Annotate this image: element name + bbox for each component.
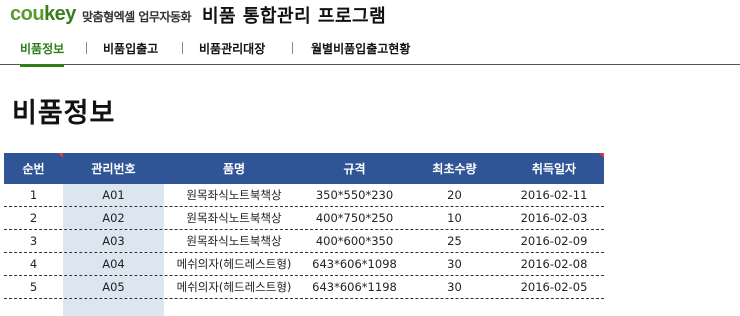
cell-spec[interactable]: 643*606*1198 [304, 276, 405, 298]
cell-initial-qty[interactable]: 25 [405, 230, 504, 252]
cell-item-name[interactable]: 원목좌식노트북책상 [164, 207, 304, 229]
cell-initial-qty[interactable]: 10 [405, 207, 504, 229]
cell-item-name[interactable]: 원목좌식노트북책상 [164, 184, 304, 206]
cell-mgmt-no[interactable] [63, 299, 164, 316]
cell-item-name[interactable]: 메쉬의자(헤드레스트형) [164, 253, 304, 275]
cell-spec[interactable]: 400*750*250 [304, 207, 405, 229]
cell-seq[interactable]: 5 [4, 276, 63, 298]
column-header-seq[interactable]: 순번 [4, 153, 63, 184]
nav-bar: 비품정보 비품입출고 비품관리대장 월별비품입출고현황 [0, 32, 740, 67]
cell-acquired-date[interactable]: 2016-02-11 [504, 184, 604, 206]
cell-mgmt-no[interactable]: A02 [63, 207, 164, 229]
nav-tab-ledger[interactable]: 비품관리대장 [199, 40, 265, 57]
cell-acquired-date[interactable]: 2016-02-09 [504, 230, 604, 252]
cell-mgmt-no[interactable]: A04 [63, 253, 164, 275]
cell-mgmt-no[interactable]: A01 [63, 184, 164, 206]
cell-acquired-date[interactable]: 2016-02-08 [504, 253, 604, 275]
column-header-spec[interactable]: 규격 [304, 153, 405, 184]
column-header-item-name[interactable]: 품명 [164, 153, 304, 184]
cell-seq[interactable] [4, 299, 63, 316]
logo-text-cou: cou [10, 3, 45, 25]
cell-initial-qty[interactable]: 30 [405, 253, 504, 275]
cell-seq[interactable]: 1 [4, 184, 63, 206]
page-title: 비품정보 [12, 98, 116, 129]
cell-spec[interactable]: 400*600*350 [304, 230, 405, 252]
cell-initial-qty[interactable]: 20 [405, 184, 504, 206]
coukey-logo[interactable]: coukey [10, 3, 76, 26]
comment-indicator-icon [58, 153, 63, 158]
cell-seq[interactable]: 2 [4, 207, 63, 229]
nav-tab-monthly-status[interactable]: 월별비품입출고현황 [311, 40, 410, 57]
cell-item-name[interactable] [164, 299, 304, 316]
cell-spec[interactable] [304, 299, 405, 316]
item-info-table: 순번 관리번호 품명 규격 최초수량 취득일자 1 A01 원목좌식노트북책상 … [4, 153, 604, 316]
cell-mgmt-no[interactable]: A05 [63, 276, 164, 298]
cell-initial-qty[interactable] [405, 299, 504, 316]
cell-acquired-date[interactable]: 2016-02-05 [504, 276, 604, 298]
top-bar: coukey 맞춤형엑셀 업무자동화 비품 통합관리 프로그램 [0, 0, 740, 30]
comment-indicator-icon [599, 153, 604, 158]
cell-acquired-date[interactable] [504, 299, 604, 316]
table-row[interactable]: 4 A04 메쉬의자(헤드레스트형) 643*606*1098 30 2016-… [4, 253, 604, 276]
nav-tab-inout[interactable]: 비품입출고 [103, 40, 158, 57]
table-row[interactable]: 2 A02 원목좌식노트북책상 400*750*250 10 2016-02-0… [4, 207, 604, 230]
cell-spec[interactable]: 643*606*1098 [304, 253, 405, 275]
cell-seq[interactable]: 3 [4, 230, 63, 252]
logo-subtitle: 맞춤형엑셀 업무자동화 [82, 10, 192, 24]
nav-separator [292, 42, 293, 54]
cell-initial-qty[interactable]: 30 [405, 276, 504, 298]
cell-item-name[interactable]: 메쉬의자(헤드레스트형) [164, 276, 304, 298]
column-header-mgmt-no[interactable]: 관리번호 [63, 153, 164, 184]
table-row-empty[interactable] [4, 299, 604, 316]
app-title: 비품 통합관리 프로그램 [202, 6, 387, 27]
table-row[interactable]: 1 A01 원목좌식노트북책상 350*550*230 20 2016-02-1… [4, 184, 604, 207]
column-header-acquired-date[interactable]: 취득일자 [504, 153, 604, 184]
table-row[interactable]: 3 A03 원목좌식노트북책상 400*600*350 25 2016-02-0… [4, 230, 604, 253]
column-header-initial-qty[interactable]: 최초수량 [405, 153, 504, 184]
nav-tab-item-info[interactable]: 비품정보 [20, 40, 65, 67]
cell-spec[interactable]: 350*550*230 [304, 184, 405, 206]
logo-text-key: key [44, 3, 76, 25]
nav-separator [182, 42, 183, 54]
cell-mgmt-no[interactable]: A03 [63, 230, 164, 252]
cell-acquired-date[interactable]: 2016-02-03 [504, 207, 604, 229]
cell-item-name[interactable]: 원목좌식노트북책상 [164, 230, 304, 252]
table-header-row: 순번 관리번호 품명 규격 최초수량 취득일자 [4, 153, 604, 184]
table-row[interactable]: 5 A05 메쉬의자(헤드레스트형) 643*606*1198 30 2016-… [4, 276, 604, 299]
cell-seq[interactable]: 4 [4, 253, 63, 275]
nav-separator [86, 42, 87, 54]
